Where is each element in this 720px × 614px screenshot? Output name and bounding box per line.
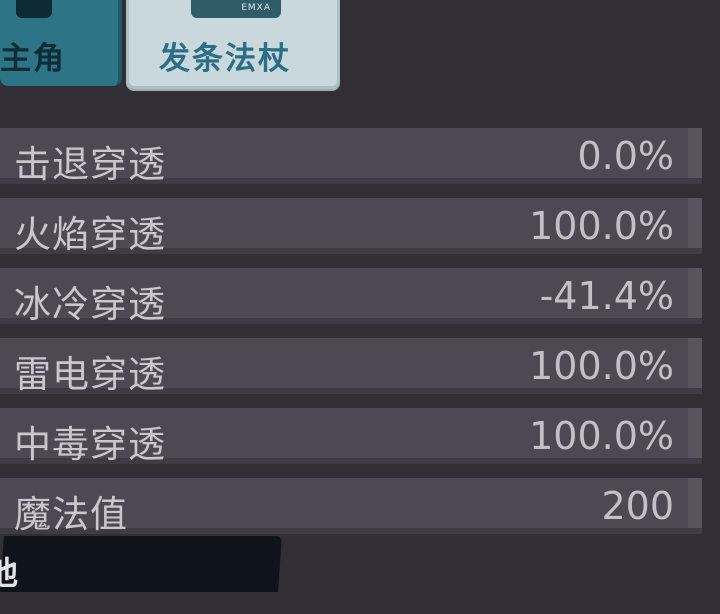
tab-label: 发条法杖 [159, 41, 291, 77]
stats-screen: 主角 EMXA 发条法杖 击退穿透 0.0% 火焰穿透 100.0% 冰冷穿透 … [0, 0, 720, 614]
tab-label: 主角 [0, 41, 66, 77]
stat-value: -41.4% [539, 274, 674, 318]
tab-clockwork-staff[interactable]: EMXA 发条法杖 [126, 0, 340, 89]
stat-row-fire-penetration: 火焰穿透 100.0% [0, 198, 702, 256]
stat-value: 100.0% [529, 414, 674, 458]
stat-label: 冰冷穿透 [14, 283, 166, 326]
bottom-tab[interactable] [0, 536, 282, 592]
stat-row-knockback-penetration: 击退穿透 0.0% [0, 128, 702, 186]
stat-label: 雷电穿透 [14, 353, 166, 396]
stat-label: 中毒穿透 [14, 423, 166, 466]
staff-icon: EMXA [191, 0, 281, 18]
stat-value: 100.0% [529, 204, 674, 248]
stat-value: 200 [601, 484, 674, 528]
stat-row-mana: 魔法值 200 [0, 478, 702, 536]
stats-list: 击退穿透 0.0% 火焰穿透 100.0% 冰冷穿透 -41.4% 雷电穿透 1… [0, 128, 702, 548]
stat-row-lightning-penetration: 雷电穿透 100.0% [0, 338, 702, 396]
stat-row-cold-penetration: 冰冷穿透 -41.4% [0, 268, 702, 326]
stat-value: 0.0% [577, 134, 674, 178]
staff-icon-text: EMXA [241, 3, 271, 13]
tab-protagonist[interactable]: 主角 [0, 0, 122, 86]
stat-label: 击退穿透 [14, 143, 166, 186]
stat-value: 100.0% [529, 344, 674, 388]
stat-row-poison-penetration: 中毒穿透 100.0% [0, 408, 702, 466]
stat-label: 魔法值 [14, 493, 128, 536]
bottom-tab-label: 池 [0, 554, 19, 592]
character-icon [16, 0, 52, 18]
stat-label: 火焰穿透 [14, 213, 166, 256]
